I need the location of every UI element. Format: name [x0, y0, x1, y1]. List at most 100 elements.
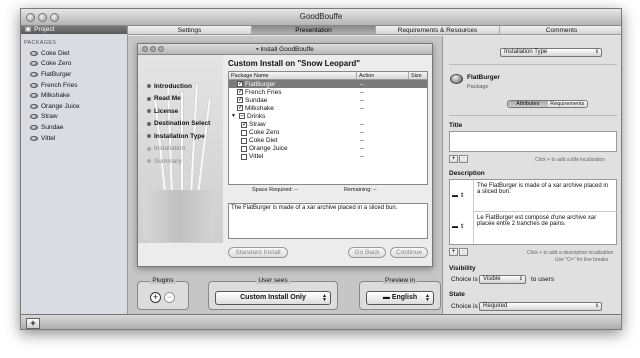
package-checkbox[interactable]: ✓: [237, 81, 243, 88]
add-plugin-button[interactable]: +: [150, 292, 161, 303]
package-row[interactable]: Orange Juice –: [229, 145, 427, 153]
sidebar-item-label: Coke Diet: [41, 49, 70, 57]
package-checkbox[interactable]: ✓: [237, 105, 243, 112]
sidebar-item-label: Orange Juice: [41, 102, 80, 110]
installer-step: Read Me: [147, 93, 210, 106]
package-row[interactable]: Coke Zero –: [229, 129, 427, 137]
segment-requirements[interactable]: Requirements: [547, 101, 587, 107]
popup-arrows-icon: ⇕: [594, 303, 599, 309]
sidebar-item-package[interactable]: Orange Juice: [21, 101, 127, 112]
description-en[interactable]: The FlatBurger is made of a xar archive …: [477, 183, 613, 195]
description-fr[interactable]: Le FlatBurger est composé d'une archive …: [477, 215, 613, 227]
package-checkbox[interactable]: [241, 153, 247, 160]
bottom-bar: +: [21, 314, 621, 329]
user-sees-label: User sees: [256, 277, 290, 284]
package-row[interactable]: ✓ Milkshake –: [229, 104, 427, 112]
package-action: –: [360, 96, 364, 104]
package-name: Milkshake: [245, 104, 274, 112]
preview-language-popup[interactable]: ▬ English ▲ ▼: [366, 291, 434, 305]
column-package-name[interactable]: Package Name: [229, 72, 357, 79]
sidebar-item-package[interactable]: French Fries: [21, 80, 127, 91]
installer-step-label: Introduction: [154, 82, 192, 90]
plugins-label: Plugins: [150, 277, 176, 284]
installer-step-label: Destination Select: [154, 120, 211, 128]
tab-requirements-resources[interactable]: Requirements & Resources: [376, 26, 500, 34]
installer-step-label: Installation Type: [154, 132, 205, 140]
installer-step-label: Read Me: [154, 95, 181, 103]
package-icon: [30, 50, 38, 56]
description-localization-table[interactable]: ▬ ⇕ ▬ ⇕ The FlatBurger is made of a xar …: [449, 179, 617, 245]
inspector-type-popup[interactable]: Installation Type ⇕: [500, 48, 602, 57]
sidebar-item-package[interactable]: Sundae: [21, 122, 127, 133]
sidebar-item-package[interactable]: Coke Zero: [21, 59, 127, 70]
package-icon: [30, 103, 38, 109]
remove-title-button[interactable]: −: [459, 155, 468, 163]
remove-plugin-button[interactable]: −: [164, 292, 175, 303]
add-description-button[interactable]: +: [449, 248, 458, 256]
sidebar-item-package[interactable]: FlatBurger: [21, 69, 127, 80]
continue-button[interactable]: Continue: [390, 247, 428, 258]
package-name: Orange Juice: [249, 145, 288, 153]
disclosure-triangle-icon[interactable]: ▼: [231, 113, 237, 119]
remove-description-button[interactable]: −: [459, 248, 468, 256]
package-table-header: Package Name Action Size: [229, 72, 427, 80]
sidebar-item-package[interactable]: Vittel: [21, 133, 127, 144]
visibility-choice-label: Choice is: [451, 276, 478, 283]
sidebar-item-label: French Fries: [41, 81, 78, 89]
package-checkbox[interactable]: ✓: [237, 89, 243, 96]
state-popup[interactable]: Required ⇕: [479, 302, 602, 311]
title-localization-table[interactable]: [449, 131, 617, 152]
space-remaining: Remaining: –: [344, 187, 377, 193]
state-section-label: State: [449, 291, 465, 298]
package-name: Coke Zero: [249, 129, 280, 137]
project-sidebar: ▣ Project PACKAGES Coke Diet Coke Zero Fla…: [21, 26, 128, 314]
sidebar-item-label: Vittel: [41, 134, 56, 142]
popup-arrows-icon: ▲ ▼: [322, 293, 327, 303]
segment-attributes[interactable]: Attributes: [508, 101, 548, 107]
installer-step: Installation: [147, 143, 210, 156]
tab-settings[interactable]: Settings: [128, 26, 252, 34]
package-checkbox[interactable]: ✓: [241, 121, 247, 128]
column-size[interactable]: Size: [409, 72, 427, 79]
step-bullet-icon: [147, 146, 151, 151]
column-action[interactable]: Action: [357, 72, 409, 79]
window-title: GoodBouffe: [299, 12, 343, 21]
package-checkbox[interactable]: [241, 137, 247, 144]
package-action: –: [360, 80, 364, 88]
package-checkbox[interactable]: [241, 145, 247, 152]
installer-step: Summary: [147, 155, 210, 168]
go-back-button[interactable]: Go Back: [348, 247, 386, 258]
standard-install-button[interactable]: Standard Install: [228, 247, 288, 258]
tab-comments[interactable]: Comments: [500, 26, 621, 34]
installer-step: License: [147, 105, 210, 118]
package-row[interactable]: Coke Diet –: [229, 137, 427, 145]
package-row[interactable]: ▼ – Drinks: [229, 112, 427, 120]
user-sees-popup[interactable]: Custom Install Only ▲ ▼: [215, 291, 331, 305]
sidebar-project-header[interactable]: ▣ Project: [21, 26, 127, 34]
sidebar-item-package[interactable]: Coke Diet: [21, 48, 127, 59]
installer-step: Introduction: [147, 80, 210, 93]
fries-cup-image: [143, 190, 215, 242]
package-checkbox[interactable]: –: [239, 113, 245, 120]
add-package-button[interactable]: +: [26, 318, 40, 329]
preview-in-label: Preview in: [383, 277, 417, 284]
visibility-popup[interactable]: Visible ⇕: [479, 275, 526, 284]
package-icon: [30, 124, 38, 130]
package-action: –: [360, 88, 364, 96]
sidebar-item-label: Coke Zero: [41, 60, 72, 68]
sidebar-item-package[interactable]: Milkshake: [21, 90, 127, 101]
installer-step-label: License: [154, 107, 179, 115]
package-checkbox[interactable]: [241, 129, 247, 136]
add-title-button[interactable]: +: [449, 155, 458, 163]
description-hint-linebreak: Use "C=" for line breaks: [555, 257, 609, 263]
sidebar-item-package[interactable]: Straw: [21, 112, 127, 123]
package-row[interactable]: ✓ French Fries –: [229, 88, 427, 96]
package-row[interactable]: ✓ Straw –: [229, 120, 427, 128]
tab-presentation[interactable]: Presentation: [252, 26, 376, 34]
package-row[interactable]: ✓ FlatBurger –: [229, 80, 427, 89]
package-row[interactable]: Vittel –: [229, 153, 427, 161]
package-checkbox[interactable]: ✓: [237, 97, 243, 104]
package-action: –: [360, 129, 364, 137]
package-table: Package Name Action Size ✓ FlatBurger – ✓ Fr…: [228, 71, 428, 185]
package-row[interactable]: ✓ Sundae –: [229, 96, 427, 104]
